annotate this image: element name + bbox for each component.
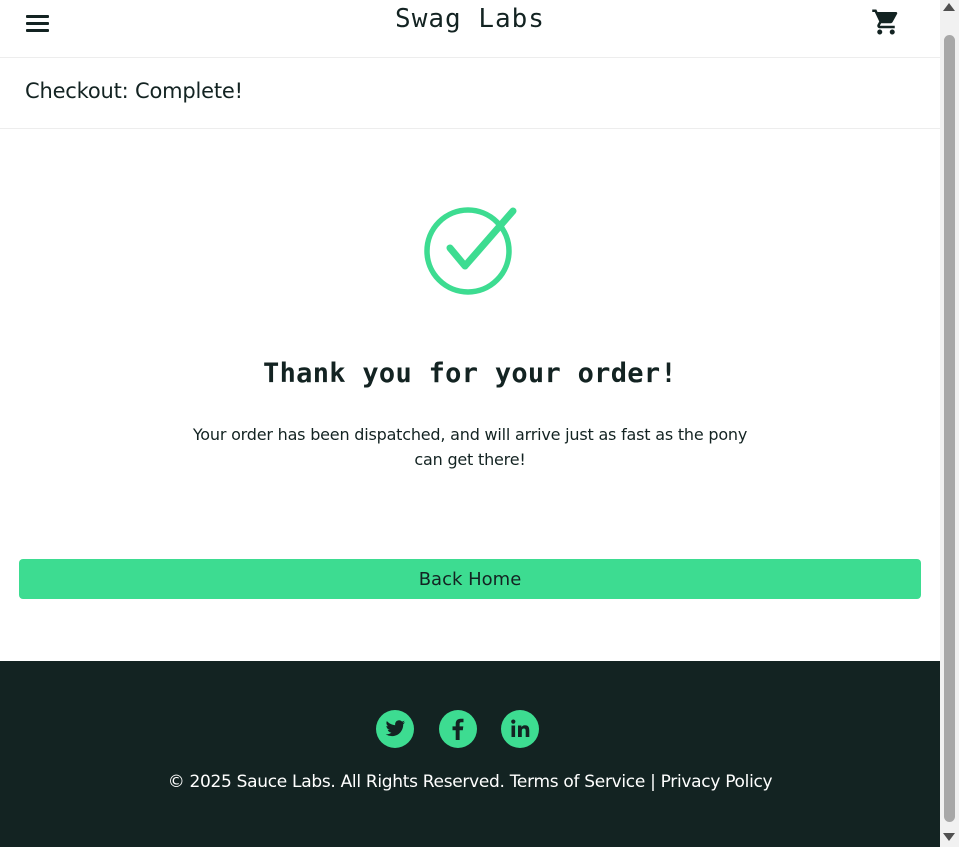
secondary-header: Checkout: Complete! — [0, 58, 940, 129]
scroll-up-arrow-icon[interactable] — [943, 3, 955, 11]
back-home-button[interactable]: Back Home — [19, 559, 921, 599]
footer: © 2025 Sauce Labs. All Rights Reserved. … — [0, 661, 940, 847]
shopping-cart-icon[interactable] — [871, 7, 901, 37]
footer-copyright: © 2025 Sauce Labs. All Rights Reserved. … — [167, 772, 773, 792]
vertical-scrollbar[interactable] — [940, 0, 959, 847]
page: Swag Labs Checkout: Complete! Thank you … — [0, 0, 940, 847]
linkedin-icon[interactable] — [501, 710, 539, 748]
app-title: Swag Labs — [395, 4, 545, 34]
scrollbar-thumb[interactable] — [944, 35, 955, 822]
complete-heading: Thank you for your order! — [263, 358, 677, 389]
app-header: Swag Labs — [0, 0, 940, 58]
scroll-down-arrow-icon[interactable] — [943, 833, 955, 841]
page-title: Checkout: Complete! — [25, 79, 243, 103]
complete-message: Your order has been dispatched, and will… — [192, 425, 748, 469]
twitter-icon[interactable] — [376, 710, 414, 748]
facebook-icon[interactable] — [439, 710, 477, 748]
checkmark-circle-icon — [420, 204, 520, 300]
